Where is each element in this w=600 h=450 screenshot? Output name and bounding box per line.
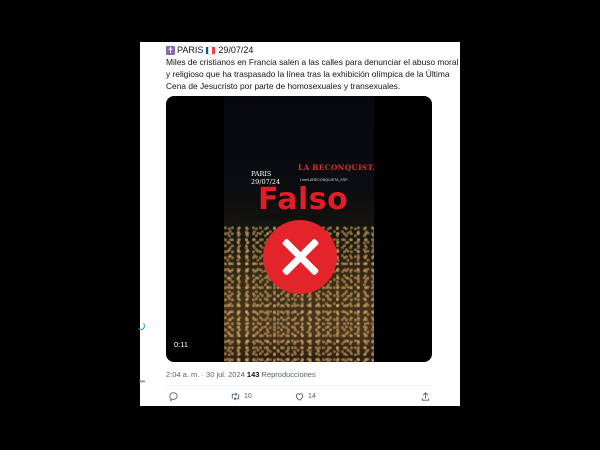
more-icon[interactable]: ••• bbox=[139, 377, 145, 386]
views-count: 143 bbox=[246, 370, 260, 379]
like-button[interactable]: 14 bbox=[294, 391, 316, 402]
video-player[interactable]: PARIS 29/07/24 LA RECONQUISTA t.me/LAREC… bbox=[166, 96, 432, 362]
video-overlay-city: PARIS bbox=[251, 170, 272, 178]
share-button[interactable] bbox=[420, 391, 431, 402]
like-icon bbox=[295, 393, 304, 401]
tweet-card: ✝ PARIS 29/07/24 Miles de cristianos en … bbox=[140, 42, 460, 406]
france-flag-icon bbox=[206, 45, 216, 55]
cross-icon: ✝ bbox=[166, 45, 175, 55]
tweet-meta: 2:04 a. m. · 30 jul. 2024 143 Reproducci… bbox=[166, 370, 316, 379]
video-duration: 0:11 bbox=[174, 340, 189, 349]
edge-indicator-icon bbox=[137, 322, 145, 330]
divider bbox=[166, 385, 432, 386]
tweet-date[interactable]: 30 jul. 2024 bbox=[206, 370, 245, 379]
tweet-header: ✝ PARIS 29/07/24 bbox=[166, 45, 253, 55]
false-x-icon bbox=[263, 220, 337, 294]
retweet-count: 10 bbox=[244, 393, 252, 400]
action-bar: 10 14 bbox=[166, 391, 432, 405]
tweet-time[interactable]: 2:04 a. m. bbox=[166, 370, 199, 379]
verdict-label: Falso bbox=[258, 182, 349, 217]
header-location: PARIS bbox=[177, 45, 204, 55]
like-count: 14 bbox=[308, 393, 316, 400]
retweet-button[interactable]: 10 bbox=[230, 391, 252, 402]
reply-button[interactable] bbox=[168, 391, 179, 402]
reply-icon bbox=[169, 392, 178, 402]
tweet-text: Miles de cristianos en Francia salen a l… bbox=[166, 57, 459, 91]
share-icon bbox=[421, 392, 430, 401]
header-date: 29/07/24 bbox=[218, 45, 254, 55]
video-brand: LA RECONQUISTA bbox=[298, 163, 374, 172]
retweet-icon bbox=[231, 392, 240, 401]
views-label: Reproducciones bbox=[261, 370, 316, 379]
